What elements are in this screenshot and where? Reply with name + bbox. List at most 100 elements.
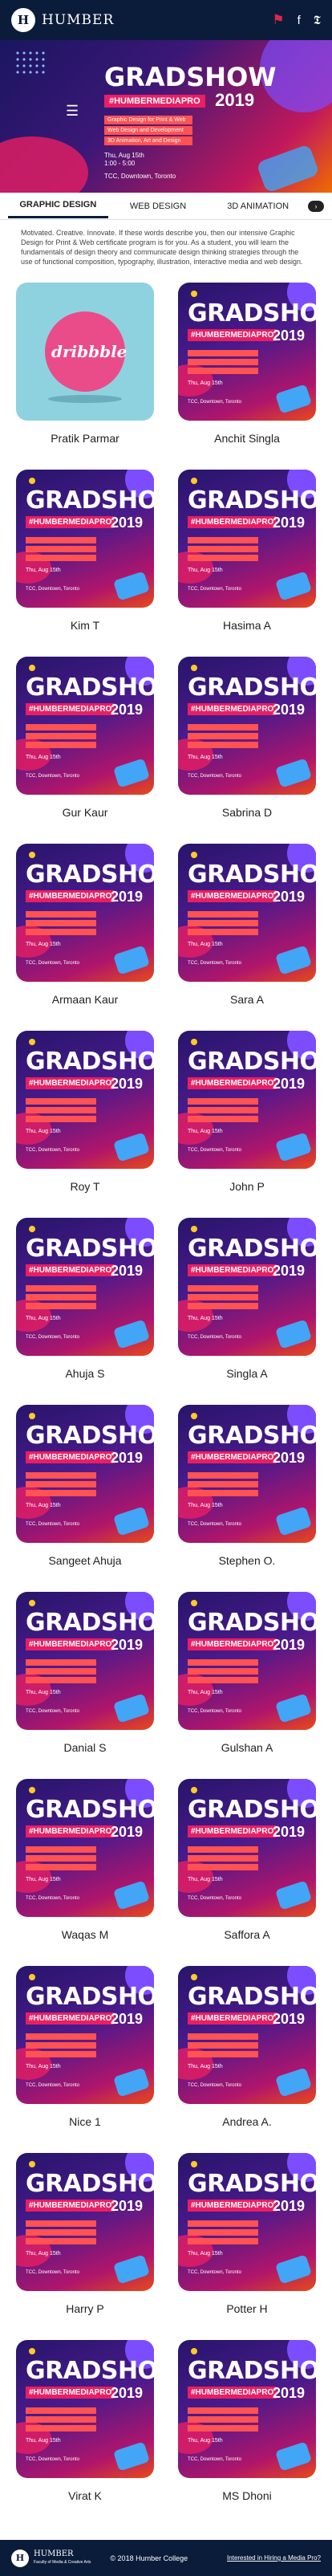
thumb-date: Thu, Aug 15th <box>26 1690 61 1695</box>
footer-logo[interactable]: H <box>11 2549 29 2567</box>
student-card[interactable]: GRADSHOW#HUMBERMEDIAPRO2019Thu, Aug 15th… <box>178 1779 316 1966</box>
humber-logo[interactable]: H <box>11 8 35 32</box>
twitter-icon[interactable]: 𝕿 <box>314 14 321 27</box>
student-name[interactable]: Sangeet Ahuja <box>48 1554 121 1567</box>
gradshow-thumbnail[interactable]: GRADSHOW#HUMBERMEDIAPRO2019Thu, Aug 15th… <box>16 2340 154 2478</box>
gradshow-thumbnail[interactable]: GRADSHOW#HUMBERMEDIAPRO2019Thu, Aug 15th… <box>178 1405 316 1543</box>
student-card[interactable]: GRADSHOW#HUMBERMEDIAPRO2019Thu, Aug 15th… <box>16 844 154 1031</box>
student-name[interactable]: Gur Kaur <box>63 806 108 819</box>
student-card[interactable]: GRADSHOW#HUMBERMEDIAPRO2019Thu, Aug 15th… <box>16 2153 154 2340</box>
student-card[interactable]: GRADSHOW#HUMBERMEDIAPRO2019Thu, Aug 15th… <box>178 657 316 844</box>
gradshow-thumbnail[interactable]: GRADSHOW#HUMBERMEDIAPRO2019Thu, Aug 15th… <box>178 470 316 608</box>
student-card[interactable]: GRADSHOW#HUMBERMEDIAPRO2019Thu, Aug 15th… <box>178 283 316 470</box>
student-card[interactable]: GRADSHOW#HUMBERMEDIAPRO2019Thu, Aug 15th… <box>16 470 154 657</box>
gradshow-thumbnail[interactable]: GRADSHOW#HUMBERMEDIAPRO2019Thu, Aug 15th… <box>178 844 316 982</box>
decorative-shape <box>191 1787 197 1793</box>
student-name[interactable]: Hasima A <box>223 619 271 632</box>
gradshow-thumbnail[interactable]: GRADSHOW#HUMBERMEDIAPRO2019Thu, Aug 15th… <box>178 1779 316 1917</box>
gradshow-thumbnail[interactable]: GRADSHOW#HUMBERMEDIAPRO2019Thu, Aug 15th… <box>178 657 316 795</box>
student-card[interactable]: GRADSHOW#HUMBERMEDIAPRO2019Thu, Aug 15th… <box>16 2340 154 2527</box>
facebook-icon[interactable]: f <box>298 14 301 27</box>
student-name[interactable]: Virat K <box>68 2489 102 2502</box>
student-card[interactable]: dribbble Pratik Parmar <box>16 283 154 470</box>
student-name[interactable]: Sabrina D <box>222 806 272 819</box>
thumb-programs <box>26 1285 96 1312</box>
student-name[interactable]: John P <box>229 1180 265 1193</box>
student-card[interactable]: GRADSHOW#HUMBERMEDIAPRO2019Thu, Aug 15th… <box>16 1966 154 2153</box>
tab-web-design[interactable]: WEB DESIGN <box>108 195 209 218</box>
hero-date-text: Thu, Aug 15th <box>104 152 144 159</box>
gradshow-thumbnail[interactable]: GRADSHOW#HUMBERMEDIAPRO2019Thu, Aug 15th… <box>178 283 316 421</box>
student-name[interactable]: Danial S <box>64 1741 107 1754</box>
thumb-hashtag: #HUMBERMEDIAPRO <box>188 703 277 715</box>
student-card[interactable]: GRADSHOW#HUMBERMEDIAPRO2019Thu, Aug 15th… <box>16 1779 154 1966</box>
student-card[interactable]: GRADSHOW#HUMBERMEDIAPRO2019Thu, Aug 15th… <box>178 470 316 657</box>
student-name[interactable]: Waqas M <box>62 1928 109 1941</box>
student-name[interactable]: Kim T <box>71 619 99 632</box>
student-name[interactable]: Armaan Kaur <box>52 993 118 1006</box>
gradshow-thumbnail[interactable]: GRADSHOW#HUMBERMEDIAPRO2019Thu, Aug 15th… <box>16 1966 154 2104</box>
gradshow-thumbnail[interactable]: GRADSHOW#HUMBERMEDIAPRO2019Thu, Aug 15th… <box>16 1779 154 1917</box>
footer: H HUMBER Faculty of Media & Creative Art… <box>0 2540 332 2576</box>
gradshow-thumbnail[interactable]: GRADSHOW#HUMBERMEDIAPRO2019Thu, Aug 15th… <box>16 1592 154 1730</box>
student-name[interactable]: Gulshan A <box>221 1741 273 1754</box>
student-card[interactable]: GRADSHOW#HUMBERMEDIAPRO2019Thu, Aug 15th… <box>16 1592 154 1779</box>
thumb-year: 2019 <box>111 2198 144 2214</box>
student-name[interactable]: Roy T <box>70 1180 99 1193</box>
student-name[interactable]: Nice 1 <box>69 2115 101 2128</box>
gradshow-thumbnail[interactable]: GRADSHOW#HUMBERMEDIAPRO2019Thu, Aug 15th… <box>16 657 154 795</box>
thumb-year: 2019 <box>111 2011 144 2027</box>
student-name[interactable]: Harry P <box>66 2302 103 2315</box>
social-icons: ⚑ f 𝕿 <box>272 12 321 28</box>
gradshow-thumbnail[interactable]: GRADSHOW#HUMBERMEDIAPRO2019Thu, Aug 15th… <box>16 1218 154 1356</box>
gradshow-thumbnail[interactable]: GRADSHOW#HUMBERMEDIAPRO2019Thu, Aug 15th… <box>16 844 154 982</box>
student-name[interactable]: Anchit Singla <box>214 432 280 445</box>
student-card[interactable]: GRADSHOW#HUMBERMEDIAPRO2019Thu, Aug 15th… <box>16 1218 154 1405</box>
thumb-date: Thu, Aug 15th <box>188 942 223 947</box>
student-card[interactable]: GRADSHOW#HUMBERMEDIAPRO2019Thu, Aug 15th… <box>16 1031 154 1218</box>
tab-graphic-design[interactable]: GRAPHIC DESIGN <box>8 193 108 218</box>
student-card[interactable]: GRADSHOW#HUMBERMEDIAPRO2019Thu, Aug 15th… <box>16 1405 154 1592</box>
student-card[interactable]: GRADSHOW#HUMBERMEDIAPRO2019Thu, Aug 15th… <box>178 1966 316 2153</box>
student-name[interactable]: Singla A <box>226 1367 267 1380</box>
gradshow-thumbnail[interactable]: GRADSHOW#HUMBERMEDIAPRO2019Thu, Aug 15th… <box>178 1592 316 1730</box>
student-name[interactable]: Pratik Parmar <box>51 432 119 445</box>
student-name[interactable]: Andrea A. <box>222 2115 272 2128</box>
student-card[interactable]: GRADSHOW#HUMBERMEDIAPRO2019Thu, Aug 15th… <box>16 657 154 844</box>
gradshow-thumbnail[interactable]: GRADSHOW#HUMBERMEDIAPRO2019Thu, Aug 15th… <box>178 1966 316 2104</box>
student-name[interactable]: Stephen O. <box>219 1554 276 1567</box>
gradshow-thumbnail[interactable]: GRADSHOW#HUMBERMEDIAPRO2019Thu, Aug 15th… <box>16 1031 154 1169</box>
student-name[interactable]: MS Dhoni <box>222 2489 271 2502</box>
location-pin-icon[interactable]: ⚑ <box>272 12 284 28</box>
student-card[interactable]: GRADSHOW#HUMBERMEDIAPRO2019Thu, Aug 15th… <box>178 844 316 1031</box>
gradshow-thumbnail[interactable]: GRADSHOW#HUMBERMEDIAPRO2019Thu, Aug 15th… <box>16 1405 154 1543</box>
tab-3d-animation[interactable]: 3D ANIMATION <box>208 195 308 218</box>
student-name[interactable]: Saffora A <box>224 1928 269 1941</box>
menu-icon[interactable]: ☰ <box>66 103 79 120</box>
student-name[interactable]: Ahuja S <box>65 1367 104 1380</box>
student-card[interactable]: GRADSHOW#HUMBERMEDIAPRO2019Thu, Aug 15th… <box>178 2153 316 2340</box>
thumb-date: Thu, Aug 15th <box>26 568 61 573</box>
decorative-shape <box>112 1319 151 1349</box>
student-name[interactable]: Potter H <box>226 2302 267 2315</box>
thumb-programs <box>26 2033 96 2060</box>
gradshow-thumbnail[interactable]: GRADSHOW#HUMBERMEDIAPRO2019Thu, Aug 15th… <box>16 470 154 608</box>
student-card[interactable]: GRADSHOW#HUMBERMEDIAPRO2019Thu, Aug 15th… <box>178 1405 316 1592</box>
gradshow-thumbnail[interactable]: GRADSHOW#HUMBERMEDIAPRO2019Thu, Aug 15th… <box>178 1031 316 1169</box>
student-card[interactable]: GRADSHOW#HUMBERMEDIAPRO2019Thu, Aug 15th… <box>178 1592 316 1779</box>
gradshow-thumbnail[interactable]: GRADSHOW#HUMBERMEDIAPRO2019Thu, Aug 15th… <box>16 2153 154 2291</box>
hiring-link[interactable]: Interested in Hiring a Media Pro? <box>227 2554 321 2562</box>
student-card[interactable]: GRADSHOW#HUMBERMEDIAPRO2019Thu, Aug 15th… <box>178 1031 316 1218</box>
decorative-shape <box>112 571 151 601</box>
student-card[interactable]: GRADSHOW#HUMBERMEDIAPRO2019Thu, Aug 15th… <box>178 1218 316 1405</box>
tabs-scroll-right-icon[interactable]: › <box>308 200 325 212</box>
gradshow-thumbnail[interactable]: GRADSHOW#HUMBERMEDIAPRO2019Thu, Aug 15th… <box>178 2153 316 2291</box>
dribbble-thumbnail[interactable]: dribbble <box>16 283 154 421</box>
thumb-hashtag: #HUMBERMEDIAPRO <box>188 1451 277 1463</box>
thumb-programs <box>188 911 258 938</box>
humber-wordmark[interactable]: HUMBER <box>42 12 114 28</box>
gradshow-thumbnail[interactable]: GRADSHOW#HUMBERMEDIAPRO2019Thu, Aug 15th… <box>178 2340 316 2478</box>
student-name[interactable]: Sara A <box>230 993 264 1006</box>
student-card[interactable]: GRADSHOW#HUMBERMEDIAPRO2019Thu, Aug 15th… <box>178 2340 316 2527</box>
gradshow-thumbnail[interactable]: GRADSHOW#HUMBERMEDIAPRO2019Thu, Aug 15th… <box>178 1218 316 1356</box>
